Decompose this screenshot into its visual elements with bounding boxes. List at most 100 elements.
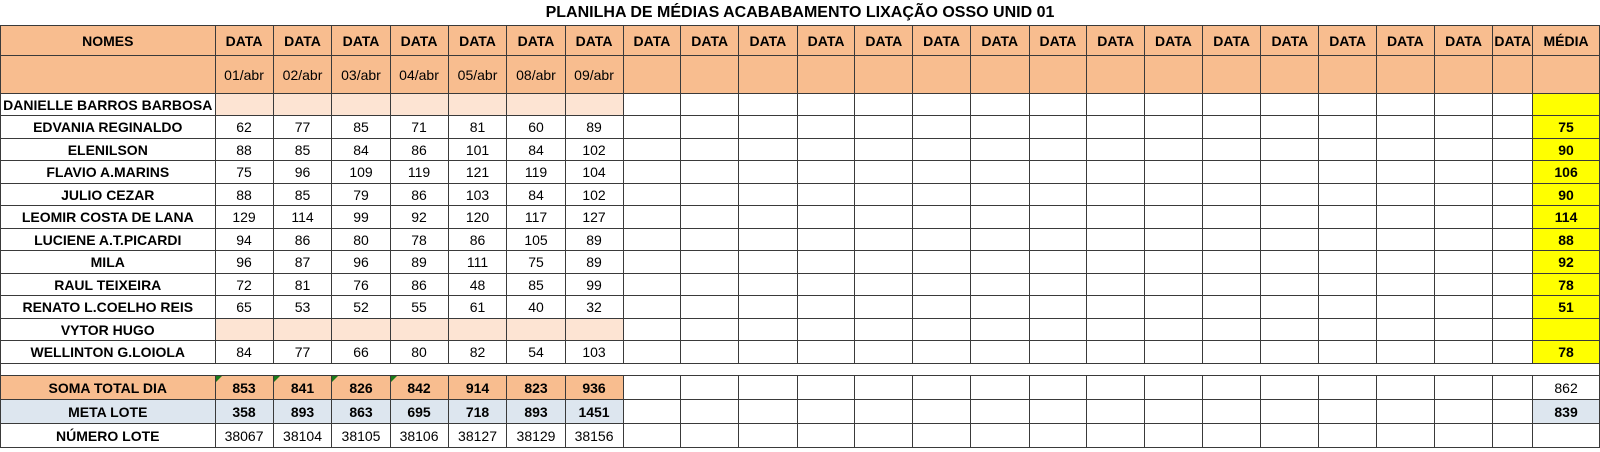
value-cell[interactable]: 48: [447, 273, 508, 296]
value-cell[interactable]: 52: [331, 295, 391, 319]
value-cell-empty[interactable]: [912, 138, 971, 161]
value-cell-empty[interactable]: [1433, 205, 1494, 229]
value-cell-empty[interactable]: [912, 160, 971, 184]
value-cell-empty[interactable]: [622, 160, 682, 184]
value-cell-empty[interactable]: [680, 93, 740, 116]
value-cell-empty[interactable]: [1086, 340, 1146, 364]
value-cell-empty[interactable]: [1201, 340, 1262, 364]
value-cell-empty[interactable]: [1144, 318, 1203, 341]
value-cell-empty[interactable]: [738, 115, 798, 139]
value-cell-empty[interactable]: [1492, 160, 1534, 184]
value-cell[interactable]: 121: [447, 160, 508, 184]
value-cell-empty[interactable]: [1028, 93, 1088, 116]
value-cell-empty[interactable]: [1028, 228, 1088, 251]
value-cell-empty[interactable]: [969, 138, 1030, 161]
value-cell[interactable]: 86: [389, 273, 449, 296]
value-cell-empty[interactable]: [1492, 183, 1534, 206]
value-cell[interactable]: 79: [331, 183, 391, 206]
value-cell-empty[interactable]: [1086, 250, 1146, 274]
employee-name-cell[interactable]: EDVANIA REGINALDO: [0, 115, 216, 139]
value-cell-empty[interactable]: [1144, 205, 1203, 229]
value-cell-empty[interactable]: [854, 228, 914, 251]
numero-lote-cell-empty[interactable]: [1433, 423, 1494, 448]
meta-lote-cell[interactable]: 893: [272, 399, 333, 424]
value-cell-empty[interactable]: [1086, 138, 1146, 161]
meta-lote-cell-empty[interactable]: [1433, 399, 1494, 424]
header-data-cell[interactable]: DATA: [912, 25, 971, 56]
value-cell-empty[interactable]: [1201, 160, 1262, 184]
soma-total-cell-empty[interactable]: [1086, 375, 1146, 400]
value-cell-empty[interactable]: [1086, 273, 1146, 296]
value-cell-empty[interactable]: [1260, 183, 1320, 206]
value-cell[interactable]: 88: [214, 183, 274, 206]
meta-lote-cell[interactable]: 718: [447, 399, 508, 424]
value-cell-empty[interactable]: [1201, 295, 1262, 319]
employee-name-cell[interactable]: VYTOR HUGO: [0, 318, 216, 341]
value-cell-empty[interactable]: [796, 93, 856, 116]
value-cell-empty[interactable]: [796, 295, 856, 319]
value-cell[interactable]: 77: [272, 340, 333, 364]
value-cell-empty[interactable]: [680, 160, 740, 184]
value-cell[interactable]: 82: [447, 340, 508, 364]
value-cell-empty[interactable]: [1375, 273, 1435, 296]
value-cell-empty[interactable]: [1375, 205, 1435, 229]
numero-lote-cell-empty[interactable]: [1028, 423, 1088, 448]
numero-lote-cell[interactable]: 38105: [331, 423, 391, 448]
header-data-cell[interactable]: DATA: [1433, 25, 1494, 56]
value-cell[interactable]: 86: [272, 228, 333, 251]
value-cell-empty[interactable]: [1433, 295, 1494, 319]
value-cell-empty[interactable]: [1201, 273, 1262, 296]
value-cell-empty[interactable]: [622, 183, 682, 206]
date-row-name-cell[interactable]: [0, 55, 216, 94]
soma-total-cell-empty[interactable]: [1028, 375, 1088, 400]
value-cell-empty[interactable]: [969, 273, 1030, 296]
value-cell-empty[interactable]: [1144, 183, 1203, 206]
date-cell-empty[interactable]: [1201, 55, 1262, 94]
value-cell-empty[interactable]: [969, 160, 1030, 184]
numero-lote-cell-empty[interactable]: [1086, 423, 1146, 448]
date-cell-empty[interactable]: [1086, 55, 1146, 94]
value-cell-empty[interactable]: [1318, 250, 1377, 274]
value-cell[interactable]: [214, 318, 274, 341]
meta-lote-label[interactable]: META LOTE: [0, 399, 216, 424]
average-cell[interactable]: 78: [1532, 340, 1600, 364]
header-names-cell[interactable]: NOMES: [0, 25, 216, 56]
value-cell-empty[interactable]: [1433, 138, 1494, 161]
header-data-cell[interactable]: DATA: [1201, 25, 1262, 56]
employee-name-cell[interactable]: LUCIENE A.T.PICARDI: [0, 228, 216, 251]
value-cell[interactable]: 119: [389, 160, 449, 184]
value-cell[interactable]: [389, 318, 449, 341]
value-cell-empty[interactable]: [854, 93, 914, 116]
value-cell-empty[interactable]: [1492, 273, 1534, 296]
header-data-cell[interactable]: DATA: [272, 25, 333, 56]
numero-lote-cell[interactable]: 38067: [214, 423, 274, 448]
value-cell[interactable]: 99: [564, 273, 624, 296]
value-cell-empty[interactable]: [680, 183, 740, 206]
value-cell[interactable]: 103: [564, 340, 624, 364]
numero-lote-cell-empty[interactable]: [1375, 423, 1435, 448]
value-cell-empty[interactable]: [1086, 183, 1146, 206]
value-cell-empty[interactable]: [1260, 205, 1320, 229]
value-cell-empty[interactable]: [738, 250, 798, 274]
meta-lote-cell-empty[interactable]: [1260, 399, 1320, 424]
value-cell-empty[interactable]: [1375, 250, 1435, 274]
value-cell-empty[interactable]: [796, 273, 856, 296]
date-cell-empty[interactable]: [1492, 55, 1534, 94]
value-cell-empty[interactable]: [1201, 93, 1262, 116]
value-cell-empty[interactable]: [1144, 115, 1203, 139]
soma-total-cell[interactable]: 936: [564, 375, 624, 400]
value-cell-empty[interactable]: [1028, 318, 1088, 341]
value-cell-empty[interactable]: [1318, 228, 1377, 251]
soma-total-cell-empty[interactable]: [1492, 375, 1534, 400]
value-cell[interactable]: 102: [564, 138, 624, 161]
value-cell-empty[interactable]: [1492, 93, 1534, 116]
header-data-cell[interactable]: DATA: [1260, 25, 1320, 56]
date-cell-empty[interactable]: [1028, 55, 1088, 94]
value-cell[interactable]: 104: [564, 160, 624, 184]
value-cell[interactable]: [447, 318, 508, 341]
numero-lote-cell-empty[interactable]: [912, 423, 971, 448]
value-cell-empty[interactable]: [912, 273, 971, 296]
value-cell[interactable]: 84: [331, 138, 391, 161]
value-cell[interactable]: 54: [506, 340, 566, 364]
date-cell[interactable]: 05/abr: [447, 55, 508, 94]
